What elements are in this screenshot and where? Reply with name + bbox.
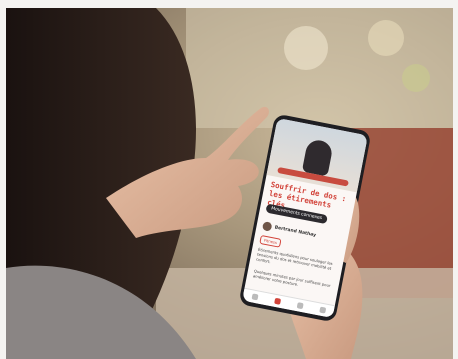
category-chip[interactable]: Fitness bbox=[259, 234, 282, 248]
heart-icon[interactable] bbox=[273, 297, 281, 305]
photo: Souffrir de dos : les étirements clés Mo… bbox=[6, 8, 453, 359]
home-icon[interactable] bbox=[251, 293, 259, 301]
profile-icon[interactable] bbox=[318, 306, 326, 314]
bookmark-icon[interactable] bbox=[296, 302, 304, 310]
author-name: Bertrand Nathay bbox=[274, 225, 317, 239]
avatar bbox=[261, 221, 273, 232]
bokeh-1 bbox=[284, 26, 328, 70]
bokeh-2 bbox=[368, 20, 404, 56]
hero-person bbox=[301, 138, 334, 177]
scene bbox=[6, 8, 453, 359]
bokeh-3 bbox=[402, 64, 430, 92]
